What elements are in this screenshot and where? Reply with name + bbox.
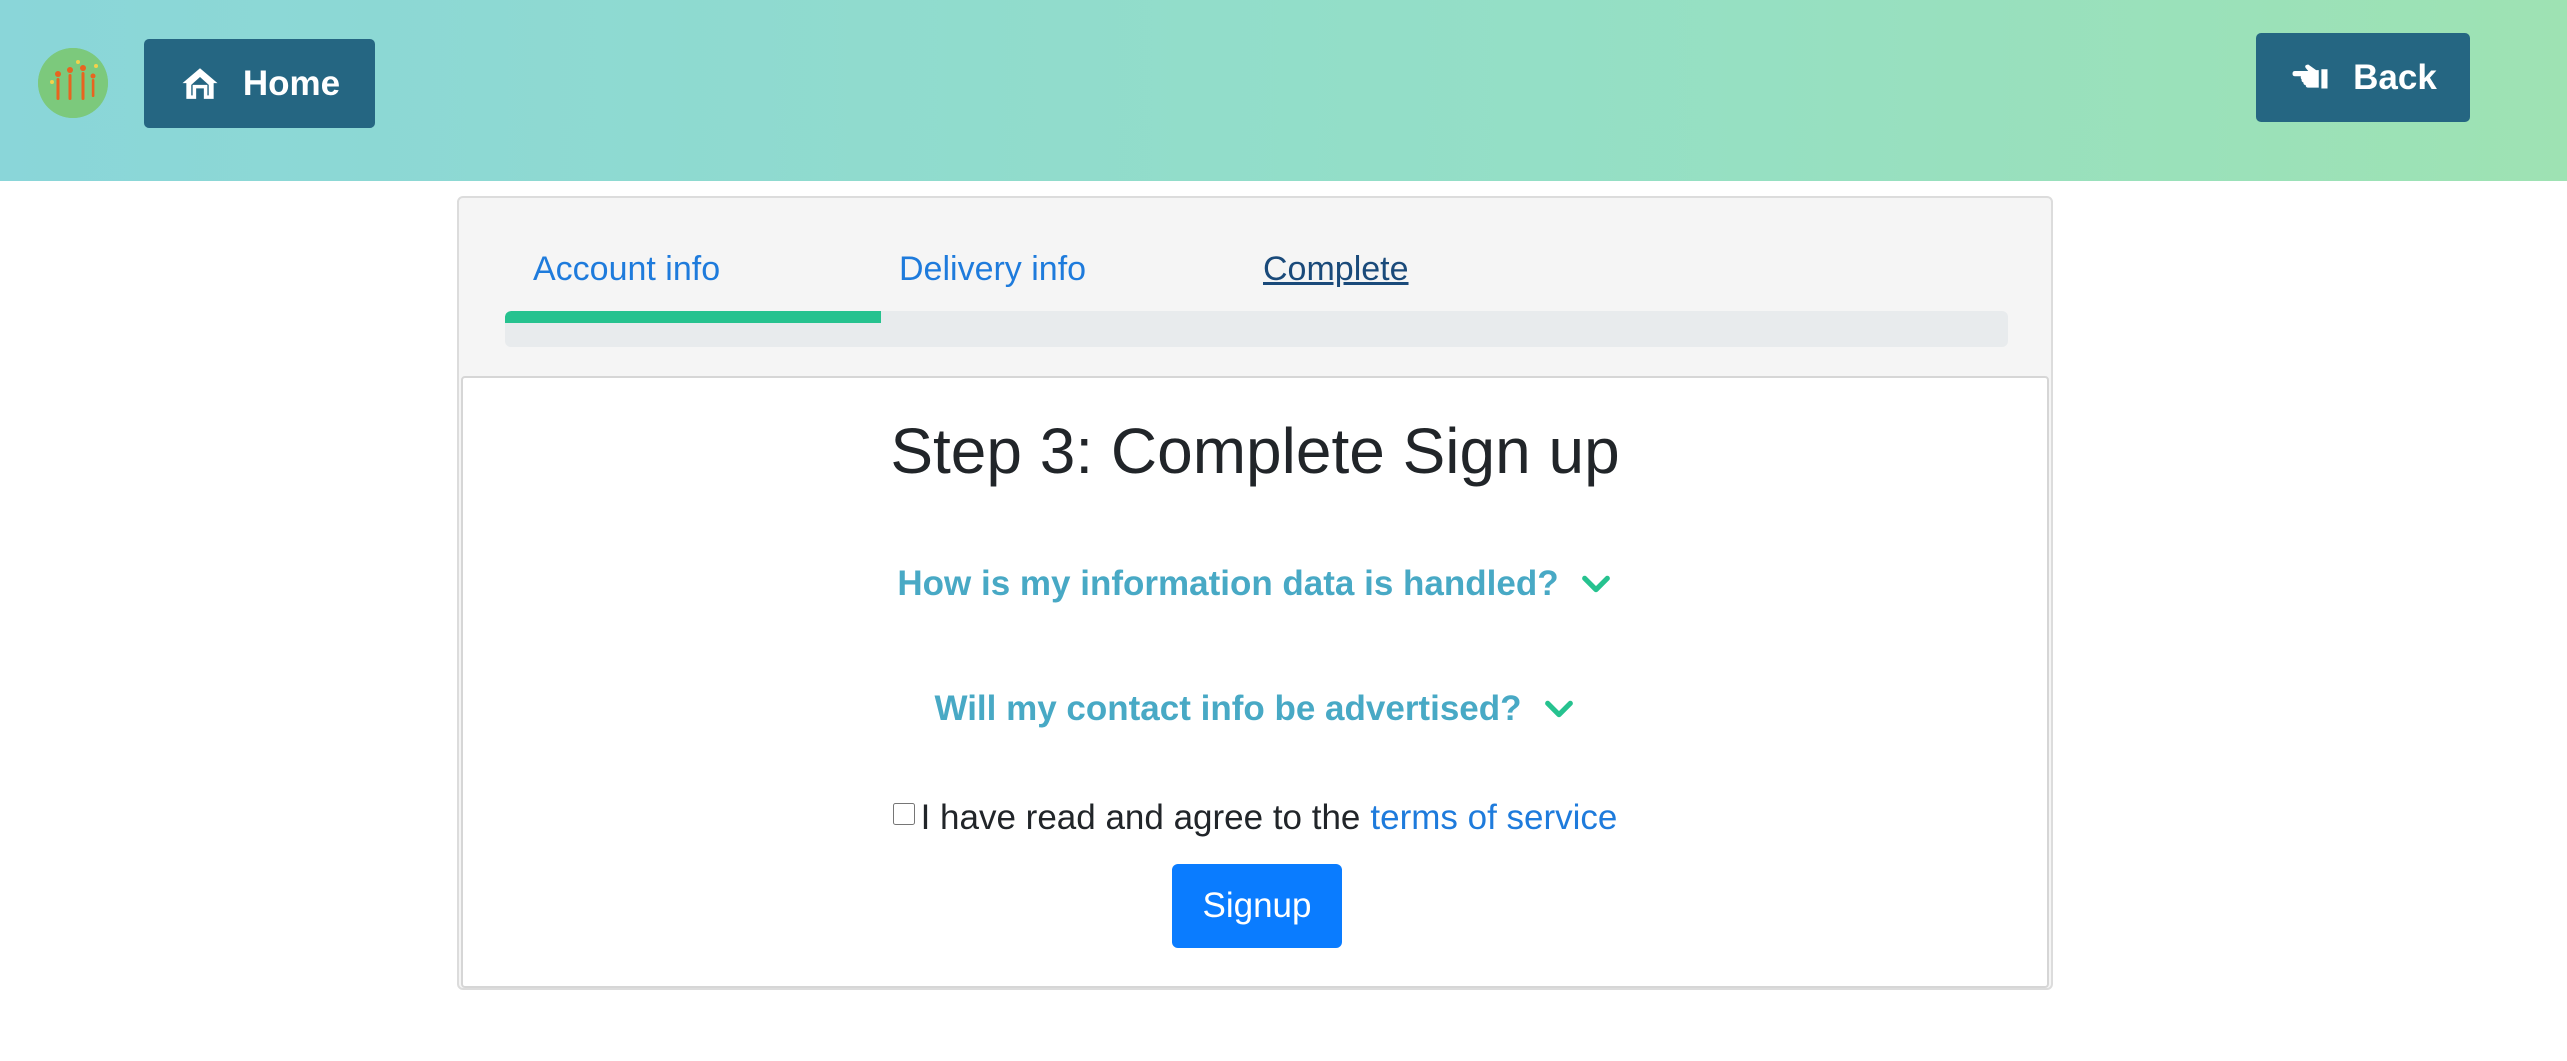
faq-data-handling-toggle[interactable]: How is my information data is handled? bbox=[463, 564, 2047, 604]
faq-question: How is my information data is handled? bbox=[897, 564, 1559, 603]
progress-bar-fill bbox=[505, 311, 881, 323]
step-complete[interactable]: Complete bbox=[1263, 250, 1409, 289]
step-account-info[interactable]: Account info bbox=[533, 250, 720, 289]
faq-question: Will my contact info be advertised? bbox=[934, 689, 1522, 728]
home-button-label: Home bbox=[242, 63, 341, 103]
progress-bar bbox=[505, 311, 2008, 347]
home-icon bbox=[179, 63, 221, 105]
step-content-panel: Step 3: Complete Sign up How is my infor… bbox=[461, 376, 2049, 988]
chevron-down-icon bbox=[1579, 567, 1613, 601]
back-button[interactable]: Back bbox=[2256, 33, 2470, 122]
wizard-steps-header: Account info Delivery info Complete bbox=[459, 198, 2051, 376]
step-delivery-info[interactable]: Delivery info bbox=[899, 250, 1086, 289]
home-button[interactable]: Home bbox=[144, 39, 375, 128]
logo-figures-icon bbox=[38, 48, 108, 118]
terms-of-service-link[interactable]: terms of service bbox=[1370, 798, 1617, 838]
top-navbar: Home Back bbox=[0, 0, 2567, 181]
terms-checkbox[interactable] bbox=[892, 803, 915, 825]
chevron-down-icon bbox=[1542, 692, 1576, 726]
pointing-hand-left-icon bbox=[2289, 57, 2331, 99]
back-button-label: Back bbox=[2353, 57, 2437, 97]
page-title: Step 3: Complete Sign up bbox=[890, 415, 1620, 487]
signup-wizard: Account info Delivery info Complete Step… bbox=[457, 196, 2053, 990]
terms-agreement-text: I have read and agree to the bbox=[920, 798, 1361, 837]
terms-agreement-row: I have read and agree to the terms of se… bbox=[463, 798, 2047, 838]
faq-contact-advertised-toggle[interactable]: Will my contact info be advertised? bbox=[463, 689, 2047, 729]
app-logo[interactable] bbox=[38, 48, 108, 118]
signup-button[interactable]: Signup bbox=[1172, 864, 1342, 948]
